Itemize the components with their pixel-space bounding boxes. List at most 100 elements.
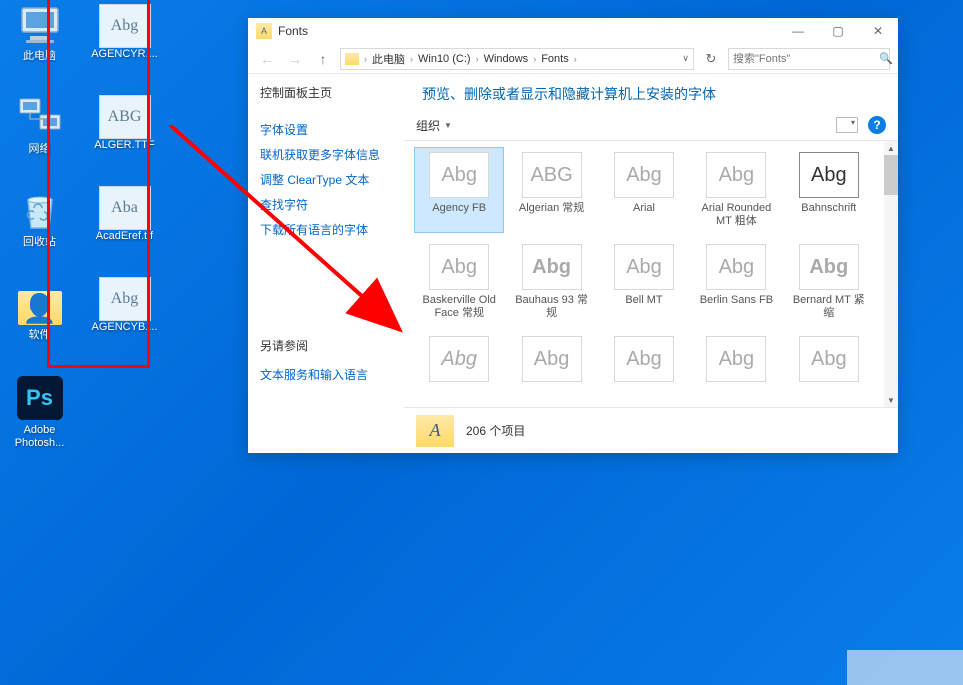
crumb-drive[interactable]: Win10 (C:) [415, 52, 474, 66]
panel-heading: 预览、删除或者显示和隐藏计算机上安装的字体 [404, 74, 898, 110]
sidebar-link[interactable]: 联机获取更多字体信息 [260, 142, 392, 167]
scroll-down-button[interactable]: ▼ [884, 393, 898, 407]
font-name: Algerian 常规 [519, 202, 584, 228]
font-name: Baskerville Old Face 常规 [419, 294, 499, 320]
status-bar: A 206 个项目 [404, 407, 898, 453]
sidebar-link[interactable]: 字体设置 [260, 117, 392, 142]
font-name: Bernard MT 紧缩 [789, 294, 869, 320]
font-item[interactable]: Abg Arial Rounded MT 粗体 [691, 147, 781, 233]
font-item[interactable]: Abg [414, 331, 504, 407]
address-bar[interactable]: › 此电脑 › Win10 (C:) › Windows › Fonts › ∨ [340, 48, 694, 70]
search-box[interactable]: 🔍 [728, 48, 890, 70]
recycle-bin-icon [16, 190, 64, 232]
search-input[interactable] [733, 53, 875, 65]
search-icon: 🔍 [879, 52, 893, 65]
font-grid: Abg Agency FBABG Algerian 常规Abg ArialAbg… [404, 141, 884, 407]
font-name: Arial [633, 202, 655, 228]
font-file-icon: Abg [99, 4, 151, 48]
view-button[interactable] [836, 117, 858, 133]
sidebar-link[interactable]: 下载所有语言的字体 [260, 217, 392, 242]
font-item[interactable]: Abg [784, 331, 874, 407]
font-file-agencyr[interactable]: Abg AGENCYR.... [87, 2, 162, 63]
font-item[interactable]: Abg Bahnschrift [784, 147, 874, 233]
font-preview: Abg [614, 152, 674, 198]
panel-toolbar: 组织▼ ? [404, 110, 898, 141]
font-name: Bauhaus 93 常规 [511, 294, 591, 320]
font-preview: Abg [706, 336, 766, 382]
window-title: Fonts [278, 24, 778, 38]
photoshop-icon: Ps [17, 376, 63, 420]
up-button[interactable]: ↑ [312, 48, 334, 70]
font-file-label: AGENCYB.... [91, 321, 157, 334]
software-folder-item[interactable]: 👤 软件 [2, 281, 77, 344]
computer-icon [16, 4, 64, 46]
font-preview: Abg [522, 336, 582, 382]
font-preview: Abg [614, 336, 674, 382]
chevron-down-icon: ▼ [444, 121, 452, 130]
font-name: Berlin Sans FB [700, 294, 773, 320]
font-file-icon: ABG [99, 95, 151, 139]
taskbar-peek [847, 650, 963, 685]
fonts-window: A Fonts — ▢ ✕ ← → ↑ › 此电脑 › Win10 (C:) ›… [248, 18, 898, 453]
font-item[interactable]: Abg Bernard MT 紧缩 [784, 239, 874, 325]
title-bar: A Fonts — ▢ ✕ [248, 18, 898, 44]
sidebar-link[interactable]: 文本服务和输入语言 [260, 362, 392, 387]
fonts-folder-icon: A [256, 23, 272, 39]
back-button[interactable]: ← [256, 48, 278, 70]
font-item[interactable]: Abg Bauhaus 93 常规 [506, 239, 596, 325]
font-preview: ABG [522, 152, 582, 198]
main-panel: 预览、删除或者显示和隐藏计算机上安装的字体 组织▼ ? Abg Agency F… [404, 74, 898, 407]
photoshop-item[interactable]: Ps Adobe Photosh... [2, 374, 77, 452]
see-also-heading: 另请参阅 [260, 337, 392, 354]
font-preview: Abg [706, 244, 766, 290]
font-item[interactable]: Abg Berlin Sans FB [691, 239, 781, 325]
help-button[interactable]: ? [868, 116, 886, 134]
font-name: Bahnschrift [801, 202, 856, 228]
font-name: Bell MT [625, 294, 662, 320]
font-file-agencyb[interactable]: Abg AGENCYB.... [87, 275, 162, 336]
organize-button[interactable]: 组织▼ [416, 117, 452, 134]
network-icon-item[interactable]: 网络 [2, 95, 77, 158]
recycle-bin-icon-item[interactable]: 回收站 [2, 188, 77, 251]
font-preview: Abg [429, 336, 489, 382]
font-file-alger[interactable]: ABG ALGER.TTF [87, 93, 162, 154]
status-text: 206 个项目 [466, 422, 525, 439]
font-file-acaderef[interactable]: Aba AcadEref.ttf [87, 184, 162, 245]
sidebar: 控制面板主页 字体设置联机获取更多字体信息调整 ClearType 文本查找字符… [248, 74, 404, 407]
font-item[interactable]: Abg [691, 331, 781, 407]
sidebar-link[interactable]: 查找字符 [260, 192, 392, 217]
font-file-label: AcadEref.ttf [96, 230, 153, 243]
crumb-windows[interactable]: Windows [481, 52, 532, 66]
refresh-button[interactable]: ↻ [700, 48, 722, 70]
folder-icon: 👤 [16, 283, 64, 325]
this-pc-icon[interactable]: 此电脑 [2, 2, 77, 65]
font-preview: Abg [799, 244, 859, 290]
crumb-fonts[interactable]: Fonts [538, 52, 572, 66]
minimize-button[interactable]: — [778, 18, 818, 44]
font-item[interactable]: Abg Baskerville Old Face 常规 [414, 239, 504, 325]
forward-button[interactable]: → [284, 48, 306, 70]
close-button[interactable]: ✕ [858, 18, 898, 44]
font-preview: Abg [706, 152, 766, 198]
font-name: Arial Rounded MT 粗体 [696, 202, 776, 228]
font-file-label: AGENCYR.... [91, 48, 158, 61]
font-item[interactable]: Abg [506, 331, 596, 407]
font-item[interactable]: Abg [599, 331, 689, 407]
font-item[interactable]: ABG Algerian 常规 [506, 147, 596, 233]
font-item[interactable]: Abg Arial [599, 147, 689, 233]
scroll-up-button[interactable]: ▲ [884, 141, 898, 155]
scroll-thumb[interactable] [884, 155, 898, 195]
network-icon [16, 97, 64, 139]
sidebar-link[interactable]: 调整 ClearType 文本 [260, 167, 392, 192]
scrollbar[interactable]: ▲ ▼ [884, 141, 898, 407]
font-preview: Abg [799, 336, 859, 382]
maximize-button[interactable]: ▢ [818, 18, 858, 44]
crumb-this-pc[interactable]: 此电脑 [369, 50, 408, 68]
font-preview: Abg [522, 244, 582, 290]
font-item[interactable]: Abg Bell MT [599, 239, 689, 325]
breadcrumb-icon [345, 53, 359, 65]
sidebar-heading: 控制面板主页 [260, 84, 392, 101]
address-dropdown[interactable]: ∨ [682, 53, 689, 64]
font-item[interactable]: Abg Agency FB [414, 147, 504, 233]
font-file-label: ALGER.TTF [94, 139, 155, 152]
